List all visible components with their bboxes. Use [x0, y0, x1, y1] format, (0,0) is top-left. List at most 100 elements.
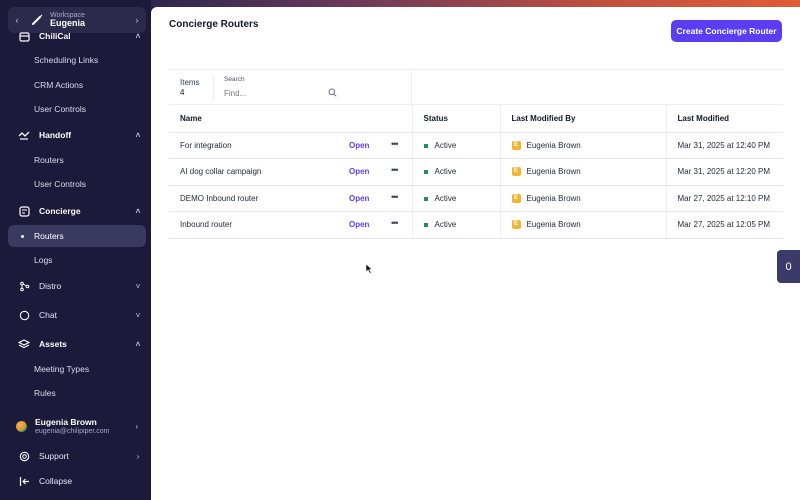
modified-by-name: Eugenia Brown [526, 220, 581, 230]
chevron-right-icon: › [135, 421, 138, 431]
side-panel-tab[interactable]: 0 [777, 250, 800, 283]
user-menu[interactable]: Eugenia Brown eugenia@chilipiper.com › [8, 412, 146, 440]
sidebar-item-handoff-user-controls[interactable]: User Controls [8, 173, 146, 195]
chevron-right-icon[interactable]: › [128, 15, 146, 25]
status-badge: Active [434, 193, 457, 203]
modified-by-name: Eugenia Brown [526, 167, 581, 177]
search-icon[interactable] [328, 84, 337, 102]
sidebar-item-crm-actions[interactable]: CRM Actions [8, 74, 146, 96]
table-row[interactable]: Inbound router Open ••• Active E Eugenia … [169, 211, 783, 239]
open-link[interactable]: Open [349, 194, 369, 203]
chevron-up-icon: ˄ [135, 339, 141, 349]
active-dot-icon [21, 234, 24, 238]
routers-panel: Items 4 Search Name Status Last Modif [169, 69, 783, 239]
mouse-cursor-icon [365, 261, 373, 279]
user-initial-badge: E [511, 193, 521, 203]
user-initial-badge: E [511, 220, 521, 230]
sidebar-section-label: Handoff [39, 130, 72, 140]
sidebar-section-label: Chat [39, 310, 57, 320]
router-name-cell: For integration Open ••• [169, 132, 412, 159]
create-concierge-router-button[interactable]: Create Concierge Router [671, 20, 782, 42]
sidebar-collapse[interactable]: Collapse [8, 470, 146, 492]
user-initial-badge: E [511, 167, 521, 177]
items-label: Items [180, 78, 200, 87]
sidebar-item-rules[interactable]: Rules [8, 382, 146, 404]
user-email: eugenia@chilipiper.com [35, 428, 110, 435]
sidebar-item-handoff-routers[interactable]: Routers [8, 149, 146, 171]
divider [213, 76, 214, 100]
user-initial-badge: E [511, 140, 521, 150]
sidebar-item-concierge-routers[interactable]: Routers [8, 225, 146, 247]
more-options-icon[interactable]: ••• [391, 139, 399, 149]
more-options-icon[interactable]: ••• [391, 218, 399, 228]
chat-icon [16, 307, 32, 323]
modified-date-cell: Mar 27, 2025 at 12:10 PM [665, 185, 783, 212]
sidebar-support[interactable]: Support › [8, 445, 146, 467]
modified-by-cell: E Eugenia Brown [499, 132, 666, 159]
layers-icon [16, 336, 32, 352]
modified-by-cell: E Eugenia Brown [499, 211, 666, 239]
status-badge: Active [434, 140, 457, 150]
status-cell: Active [411, 185, 500, 212]
sidebar-item-user-controls[interactable]: User Controls [8, 98, 146, 120]
sidebar-item-scheduling-links[interactable]: Scheduling Links [8, 49, 146, 71]
sidebar-section-distro[interactable]: Distro ˅ [8, 275, 146, 297]
modified-by-cell: E Eugenia Brown [499, 158, 666, 186]
modified-date-cell: Mar 31, 2025 at 12:40 PM [665, 132, 783, 159]
sidebar-section-label: ChiliCal [39, 31, 71, 41]
status-active-icon [423, 223, 428, 228]
support-label: Support [39, 451, 69, 461]
sidebar-section-assets[interactable]: Assets ˄ [8, 333, 146, 355]
open-link[interactable]: Open [349, 220, 369, 229]
router-name: AI dog collar campaign [180, 167, 262, 177]
chevron-up-icon: ˄ [135, 206, 141, 216]
column-header-last-modified[interactable]: Last Modified [665, 105, 783, 133]
sidebar-section-chilical[interactable]: ChiliCal ˄ [8, 25, 146, 47]
sidebar-section-label: Distro [39, 281, 62, 291]
sidebar-section-concierge[interactable]: Concierge ˄ [8, 200, 146, 222]
main-content: Concierge Routers Create Concierge Route… [151, 7, 800, 500]
table-toolbar: Items 4 Search [169, 69, 783, 106]
open-link[interactable]: Open [349, 167, 369, 176]
items-count-value: 4 [180, 87, 185, 97]
sidebar-section-label: Assets [39, 339, 67, 349]
chevron-down-icon: ˅ [135, 281, 141, 291]
router-name-cell: DEMO Inbound router Open ••• [169, 185, 412, 212]
sidebar-section-chat[interactable]: Chat ˅ [8, 304, 146, 326]
table-row[interactable]: For integration Open ••• Active E Eugenia… [169, 132, 783, 159]
status-badge: Active [434, 220, 457, 230]
open-link[interactable]: Open [349, 141, 369, 150]
more-options-icon[interactable]: ••• [391, 192, 399, 202]
table-row[interactable]: DEMO Inbound router Open ••• Active E Eug… [169, 185, 783, 212]
sidebar-section-handoff[interactable]: Handoff ˄ [8, 124, 146, 146]
column-header-last-modified-by[interactable]: Last Modified By [499, 105, 666, 133]
status-active-icon [423, 170, 428, 175]
modified-by-name: Eugenia Brown [526, 193, 581, 203]
search-input[interactable] [224, 89, 324, 98]
calendar-icon [16, 28, 32, 44]
sidebar-item-logs[interactable]: Logs [8, 249, 146, 271]
status-cell: Active [411, 211, 500, 239]
router-name-cell: Inbound router Open ••• [169, 211, 412, 239]
column-header-name[interactable]: Name [169, 105, 412, 133]
status-cell: Active [411, 158, 500, 186]
modified-by-name: Eugenia Brown [526, 140, 581, 150]
items-count: Items 4 [180, 78, 200, 97]
chevron-left-icon[interactable]: ‹ [8, 15, 26, 25]
avatar [16, 420, 27, 432]
column-header-status[interactable]: Status [411, 105, 500, 133]
more-options-icon[interactable]: ••• [391, 165, 399, 175]
collapse-icon [16, 473, 32, 489]
chevron-down-icon: ˅ [135, 310, 141, 320]
chevron-up-icon: ˄ [135, 31, 141, 41]
modified-date-cell: Mar 31, 2025 at 12:20 PM [665, 158, 783, 186]
router-name: For integration [180, 140, 232, 150]
divider [411, 70, 412, 106]
router-name: Inbound router [180, 220, 233, 230]
page-title: Concierge Routers [169, 19, 259, 30]
sidebar: ‹ Workspace Eugenia › ChiliCal ˄ Schedul… [0, 0, 151, 500]
sidebar-item-meeting-types[interactable]: Meeting Types [8, 358, 146, 380]
router-name-cell: AI dog collar campaign Open ••• [169, 158, 412, 186]
table-row[interactable]: AI dog collar campaign Open ••• Active E… [169, 158, 783, 186]
sidebar-section-label: Concierge [39, 206, 81, 216]
